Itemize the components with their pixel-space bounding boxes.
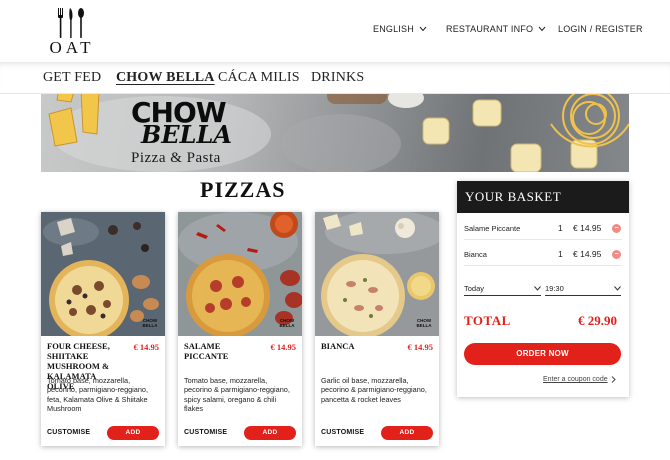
language-selector[interactable]: ENGLISH: [373, 24, 427, 34]
product-name: SALAME PICCANTE: [184, 341, 229, 361]
banner-food-image: [48, 94, 629, 172]
chevron-down-icon: [614, 286, 621, 291]
product-price: € 14.95: [270, 342, 297, 352]
product-card[interactable]: CHOW BELLA SALAME PICCANTE € 14.95 Tomat…: [178, 212, 302, 446]
day-select[interactable]: Today: [464, 282, 541, 296]
cutlery-icon: [58, 8, 84, 38]
divider: [464, 265, 622, 266]
category-tab-drinks[interactable]: DRINKS: [311, 70, 364, 86]
total-value: € 29.90: [578, 313, 617, 328]
language-label: ENGLISH: [373, 24, 414, 34]
basket-item-price: € 14.95: [573, 249, 602, 259]
category-tab-caca-milis[interactable]: CÁCA MILIS: [218, 70, 300, 86]
remove-icon[interactable]: −: [612, 250, 621, 259]
banner-subtitle: Pizza & Pasta: [131, 150, 221, 166]
basket-item-name: Bianca: [464, 250, 487, 259]
chow-bella-badge: CHOW BELLA: [279, 318, 295, 328]
category-tab-get-fed[interactable]: GET FED: [43, 70, 101, 86]
product-name: BIANCA: [321, 341, 355, 351]
restaurant-info-menu[interactable]: RESTAURANT INFO: [446, 24, 546, 34]
product-description: Tomato base, mozzarella, pecorino & parm…: [184, 376, 290, 414]
basket-line-item: Bianca 1 € 14.95 −: [464, 248, 624, 262]
product-image: CHOW BELLA: [41, 212, 165, 336]
product-card[interactable]: CHOW BELLA FOUR CHEESE, SHIITAKE MUSHROO…: [41, 212, 165, 446]
customise-button[interactable]: CUSTOMISE: [47, 429, 90, 436]
add-button[interactable]: ADD: [107, 426, 159, 440]
divider: [464, 239, 622, 240]
chow-bella-badge: CHOW BELLA: [416, 318, 432, 328]
category-nav: GET FED CHOW BELLA CÁCA MILIS DRINKS: [0, 62, 670, 94]
customise-button[interactable]: CUSTOMISE: [321, 429, 364, 436]
remove-icon[interactable]: −: [612, 224, 621, 233]
hero-banner: CHOW BELLA Pizza & Pasta: [41, 94, 629, 172]
total-label: TOTAL: [464, 313, 511, 328]
product-description: Tomato base, mozzarella, pecorino, parmi…: [47, 376, 149, 414]
coupon-link[interactable]: Enter a coupon code: [543, 376, 616, 383]
product-card[interactable]: CHOW BELLA BIANCA € 14.95 Garlic oil bas…: [315, 212, 439, 446]
banner-title-line2: BELLA: [141, 120, 232, 149]
time-select[interactable]: 19:30: [545, 282, 621, 296]
product-description: Garlic oil base, mozzarella, pecorino & …: [321, 376, 427, 404]
product-image: CHOW BELLA: [315, 212, 439, 336]
section-title: PIZZAS: [200, 177, 286, 202]
chevron-down-icon: [419, 26, 427, 32]
day-value: Today: [464, 284, 485, 293]
chevron-down-icon: [534, 286, 541, 291]
basket-item-price: € 14.95: [573, 223, 602, 233]
category-tab-chow-bella[interactable]: CHOW BELLA: [116, 70, 215, 86]
basket-item-qty: 1: [558, 223, 563, 233]
chevron-right-icon: [611, 376, 616, 383]
basket-title: YOUR BASKET: [457, 181, 629, 213]
basket-line-item: Salame Piccante 1 € 14.95 −: [464, 222, 624, 236]
chevron-down-icon: [538, 26, 546, 32]
customise-button[interactable]: CUSTOMISE: [184, 429, 227, 436]
product-price: € 14.95: [407, 342, 434, 352]
logo-text: OAT: [49, 38, 95, 57]
chow-bella-badge: CHOW BELLA: [142, 318, 158, 328]
add-button[interactable]: ADD: [244, 426, 296, 440]
site-header: OAT ENGLISH RESTAURANT INFO LOGIN / REGI…: [0, 0, 670, 62]
basket-item-qty: 1: [558, 249, 563, 259]
restaurant-info-label: RESTAURANT INFO: [446, 24, 534, 34]
coupon-label: Enter a coupon code: [543, 376, 608, 383]
add-button[interactable]: ADD: [381, 426, 433, 440]
time-value: 19:30: [545, 284, 564, 293]
logo[interactable]: OAT: [46, 8, 98, 57]
product-image: CHOW BELLA: [178, 212, 302, 336]
login-label: LOGIN / REGISTER: [558, 24, 643, 34]
basket-item-name: Salame Piccante: [464, 224, 521, 233]
login-register-link[interactable]: LOGIN / REGISTER: [558, 24, 643, 34]
order-now-button[interactable]: ORDER NOW: [464, 343, 621, 365]
product-price: € 14.95: [133, 342, 160, 352]
